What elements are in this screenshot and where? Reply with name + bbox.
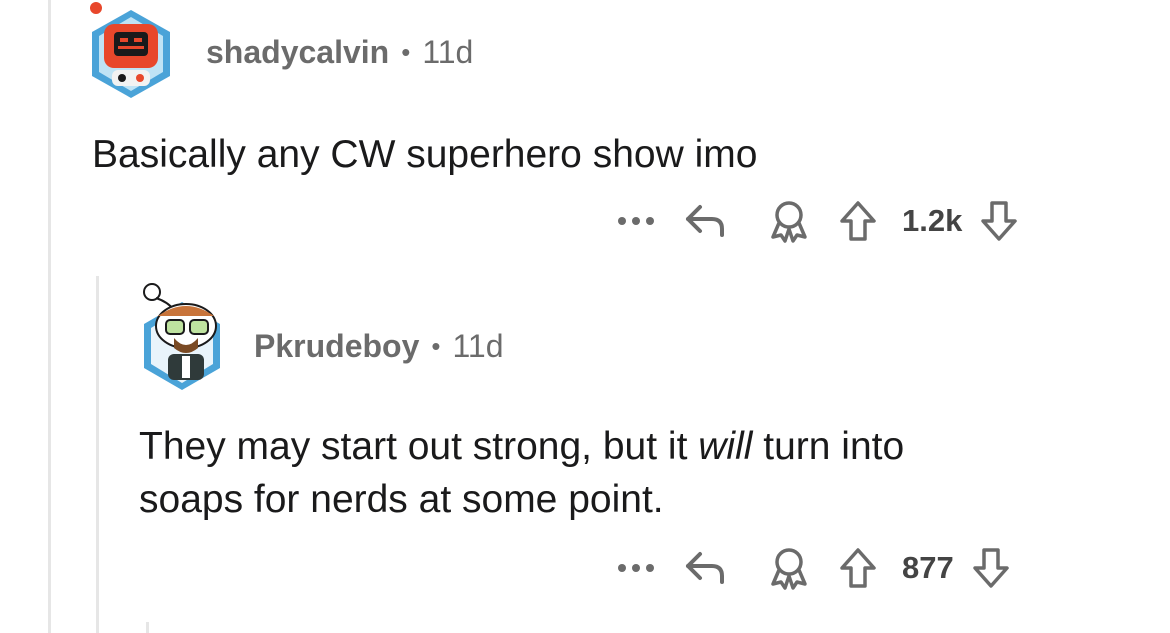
avatar[interactable] bbox=[134, 282, 226, 396]
more-icon[interactable] bbox=[612, 215, 660, 227]
award-icon[interactable] bbox=[750, 546, 828, 590]
comment-text: turn into bbox=[752, 425, 905, 468]
thread-line-inner[interactable] bbox=[96, 276, 99, 633]
comment-emphasis: will bbox=[698, 425, 753, 468]
comment-text: They may start out strong, but it bbox=[139, 425, 699, 468]
comment-body-line-1: They may start out strong, but it will t… bbox=[139, 420, 904, 473]
upvote-icon[interactable] bbox=[828, 199, 888, 243]
upvote-icon[interactable] bbox=[828, 546, 888, 590]
comment-body: Basically any CW superhero show imo bbox=[92, 133, 758, 176]
comment-meta: Pkrudeboy • 11d bbox=[254, 328, 504, 365]
thread-line-child[interactable] bbox=[146, 622, 149, 633]
comment-body-line-2: soaps for nerds at some point. bbox=[139, 478, 664, 521]
reply-icon[interactable] bbox=[660, 548, 750, 588]
reply-icon[interactable] bbox=[660, 201, 750, 241]
username[interactable]: shadycalvin bbox=[206, 34, 389, 71]
avatar[interactable] bbox=[86, 2, 176, 104]
more-icon[interactable] bbox=[612, 562, 660, 574]
downvote-icon[interactable] bbox=[968, 546, 1014, 590]
comment-actions: 1.2k bbox=[612, 196, 1022, 246]
separator: • bbox=[431, 331, 441, 361]
award-icon[interactable] bbox=[750, 199, 828, 243]
downvote-icon[interactable] bbox=[976, 199, 1022, 243]
comment-actions: 877 bbox=[612, 543, 1014, 593]
timestamp[interactable]: 11d bbox=[452, 328, 503, 365]
timestamp[interactable]: 11d bbox=[422, 34, 473, 71]
comment-body: They may start out strong, but it will t… bbox=[139, 420, 904, 526]
snoo-avatar-icon bbox=[143, 283, 220, 390]
separator: • bbox=[401, 37, 411, 67]
vote-count: 1.2k bbox=[902, 203, 963, 238]
vote-count: 877 bbox=[902, 550, 954, 585]
comment-meta: shadycalvin • 11d bbox=[206, 34, 473, 71]
username[interactable]: Pkrudeboy bbox=[254, 328, 419, 365]
robot-avatar-icon bbox=[90, 2, 170, 98]
thread-line-outer[interactable] bbox=[48, 0, 51, 633]
